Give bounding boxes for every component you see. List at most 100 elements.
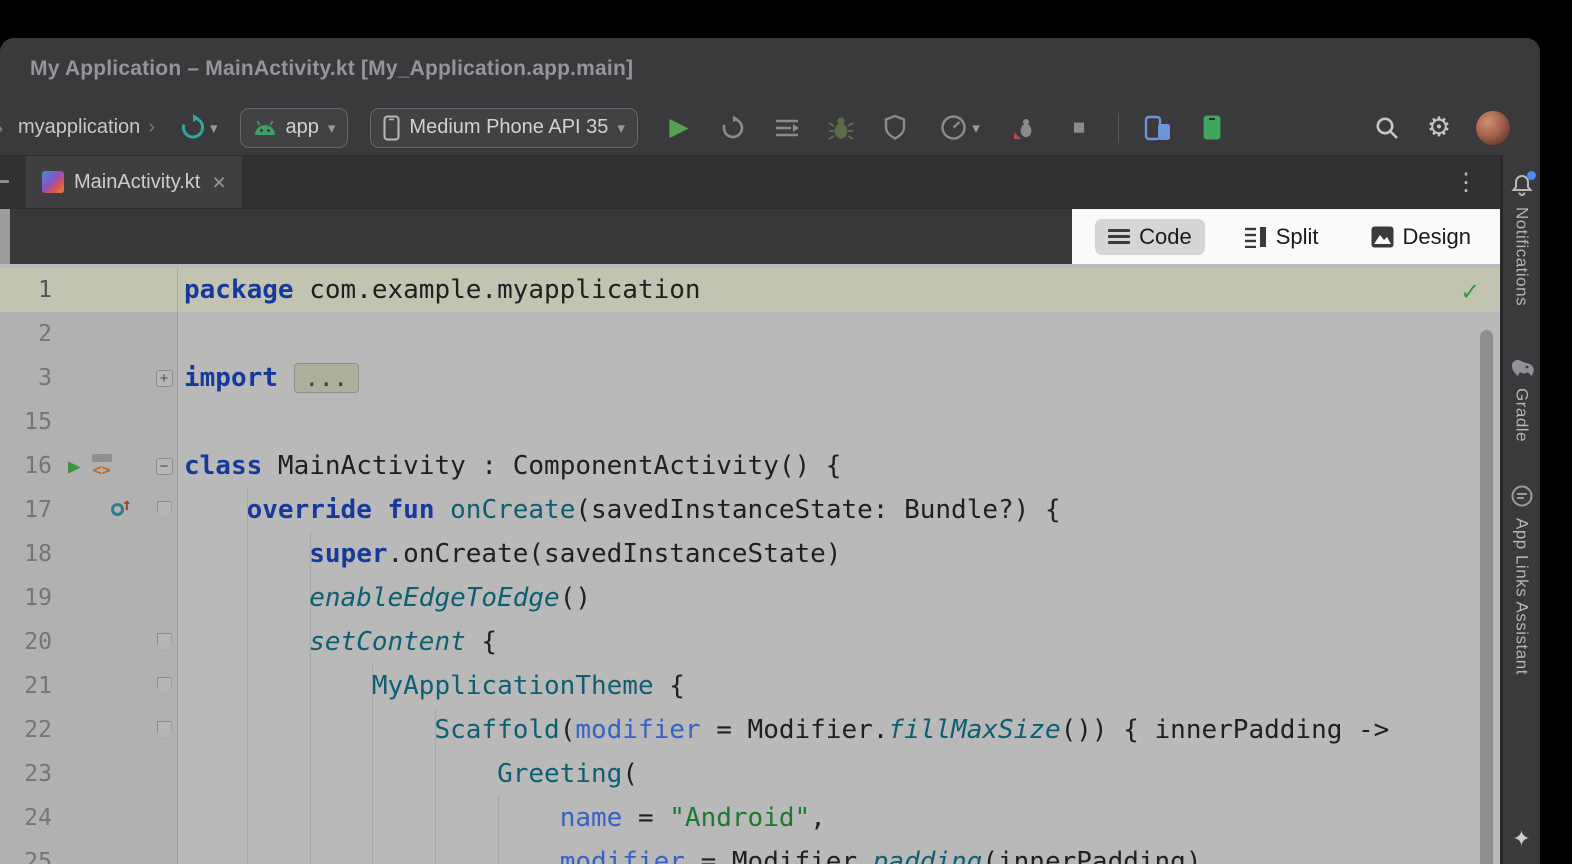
editor-gutter: 21 <box>0 664 178 708</box>
kotlin-file-icon <box>42 171 64 193</box>
line-number: 20 <box>0 629 52 655</box>
fold-marker[interactable] <box>157 633 172 651</box>
editor-scrollbar[interactable] <box>1480 330 1493 864</box>
code-token: = Modifier. <box>701 715 889 745</box>
fold-marker[interactable] <box>157 501 172 519</box>
profiler-button[interactable]: ▾ <box>934 113 986 143</box>
code-token <box>184 759 497 789</box>
notifications-label: Notifications <box>1512 207 1532 306</box>
code-token: , <box>810 803 826 833</box>
code-text[interactable]: modifier = Modifier.padding(innerPadding… <box>178 847 1202 864</box>
coverage-run-button[interactable] <box>880 113 910 143</box>
line-number: 17 <box>0 497 52 523</box>
code-token: (savedInstanceState: Bundle?) { <box>575 495 1060 525</box>
editor-gutter: 20 <box>0 620 178 664</box>
code-editor[interactable]: 1package com.example.myapplication23+imp… <box>0 264 1500 864</box>
search-everywhere-button[interactable] <box>1372 113 1402 143</box>
code-line: 20 setContent { <box>0 620 1500 664</box>
code-token: () <box>560 583 591 613</box>
settings-button[interactable]: ⚙ <box>1424 113 1454 143</box>
code-token <box>184 803 560 833</box>
folded-imports-chip[interactable]: ... <box>294 363 359 393</box>
code-text[interactable]: name = "Android", <box>178 803 826 833</box>
overriding-method-icon[interactable]: ↑ <box>110 499 132 521</box>
running-devices-button[interactable] <box>1197 113 1227 143</box>
code-text[interactable]: Greeting( <box>178 759 638 789</box>
code-token: modifier <box>575 715 700 745</box>
mode-split-button[interactable]: Split <box>1231 219 1332 255</box>
code-line: 23 Greeting( <box>0 752 1500 796</box>
code-text[interactable]: override fun onCreate(savedInstanceState… <box>178 495 1061 525</box>
chevron-down-icon: ▾ <box>328 119 336 137</box>
fold-marker[interactable] <box>157 677 172 695</box>
code-token: setContent <box>309 627 466 657</box>
mode-code-button[interactable]: Code <box>1095 219 1205 255</box>
tool-button-app-links[interactable]: App Links Assistant <box>1510 484 1534 675</box>
toolbar-separator <box>1118 113 1119 143</box>
code-text[interactable]: MyApplicationTheme { <box>178 671 685 701</box>
editor-mode-switcher: Code Split <box>1072 209 1500 264</box>
line-number: 15 <box>0 409 52 435</box>
chevron-down-icon: ▾ <box>972 119 980 137</box>
gemini-sparkle-icon[interactable]: ✦ <box>1512 826 1530 852</box>
tool-button-notifications[interactable]: Notifications <box>1510 173 1534 306</box>
apply-code-changes-button[interactable] <box>772 113 802 143</box>
mode-design-button[interactable]: Design <box>1358 219 1484 255</box>
code-text[interactable]: import ... <box>178 363 359 393</box>
run-configuration-label: app <box>286 116 319 139</box>
user-avatar[interactable] <box>1476 111 1510 145</box>
stop-button[interactable]: ■ <box>1064 113 1094 143</box>
gutter-icons: ▶ <> <box>52 453 154 479</box>
fold-marker[interactable]: − <box>156 458 173 475</box>
code-line: 19 enableEdgeToEdge() <box>0 576 1500 620</box>
code-token <box>184 539 309 569</box>
device-manager-button[interactable] <box>1143 113 1173 143</box>
line-number: 2 <box>0 321 52 347</box>
run-gutter-icon[interactable]: ▶ <box>68 456 81 477</box>
run-icon: ▶ <box>669 115 688 140</box>
code-line: 1 package com.example.myapplication <box>0 268 1500 312</box>
project-widget[interactable]: myapplication <box>18 116 140 139</box>
line-number: 1 <box>0 277 52 303</box>
tab-options-kebab-icon[interactable]: ⋮ <box>1454 168 1478 197</box>
phone-icon <box>383 115 400 141</box>
code-text[interactable]: super.onCreate(savedInstanceState) <box>178 539 841 569</box>
tab-mainactivity[interactable]: MainActivity.kt × <box>26 156 242 208</box>
fold-column <box>154 677 174 695</box>
code-text[interactable]: Scaffold(modifier = Modifier.fillMaxSize… <box>178 715 1389 745</box>
split-mode-icon <box>1244 226 1267 248</box>
debug-button[interactable] <box>826 113 856 143</box>
tool-button-gradle[interactable]: Gradle <box>1509 358 1535 442</box>
code-text[interactable]: class MainActivity : ComponentActivity()… <box>178 451 841 481</box>
code-text[interactable]: package com.example.myapplication <box>178 275 701 305</box>
attach-debugger-button[interactable] <box>1010 113 1040 143</box>
code-token: "Android" <box>669 803 810 833</box>
attach-debugger-icon <box>1012 115 1038 141</box>
run-button[interactable]: ▶ <box>664 113 694 143</box>
gradle-sync-widget[interactable]: ▾ <box>179 114 218 141</box>
editor-gutter: 17 ↑ <box>0 488 178 532</box>
device-selector[interactable]: Medium Phone API 35 ▾ <box>370 108 638 148</box>
inspection-check-icon[interactable]: ✓ <box>1462 276 1478 307</box>
title-bar[interactable]: My Application – MainActivity.kt [My_App… <box>0 38 1540 100</box>
code-token: modifier <box>560 847 685 864</box>
fold-marker[interactable]: + <box>156 370 173 387</box>
code-token: = <box>622 803 669 833</box>
stop-icon: ■ <box>1073 117 1086 138</box>
code-text[interactable]: setContent { <box>178 627 497 657</box>
compose-preview-icon[interactable]: <> <box>90 453 116 479</box>
android-icon <box>253 119 277 136</box>
code-token: Greeting <box>497 759 622 789</box>
fold-marker[interactable] <box>157 721 172 739</box>
run-configuration-selector[interactable]: app ▾ <box>240 108 349 148</box>
code-line: 17 ↑ override fun onCreate(savedInstanceS… <box>0 488 1500 532</box>
code-token <box>184 627 309 657</box>
code-token: padding <box>873 847 983 864</box>
apply-changes-button[interactable] <box>718 113 748 143</box>
code-token: com.example.myapplication <box>294 275 701 305</box>
tab-close-icon[interactable]: × <box>212 171 225 194</box>
code-token: name <box>560 803 623 833</box>
code-text[interactable]: enableEdgeToEdge() <box>178 583 591 613</box>
code-token: ( <box>560 715 576 745</box>
code-token: { <box>654 671 685 701</box>
